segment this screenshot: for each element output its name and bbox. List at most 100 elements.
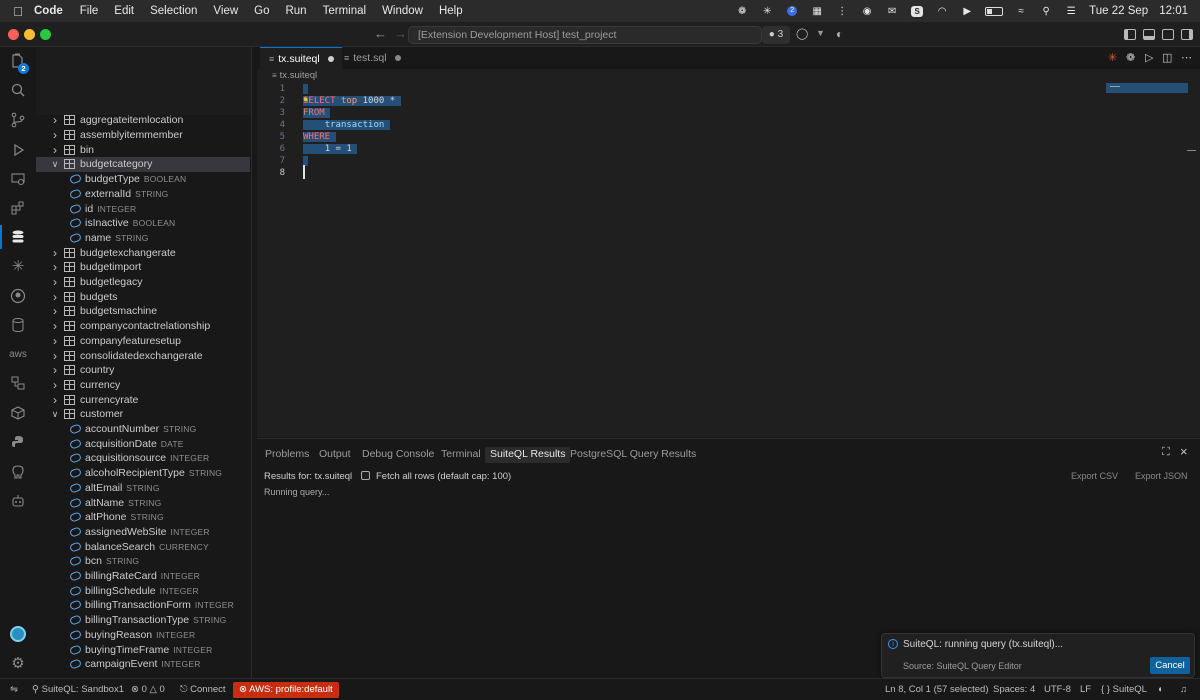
tab-terminal[interactable]: Terminal [441,447,481,463]
chevron-right-icon[interactable]: › [50,304,60,318]
chat-icon[interactable]: ◯ [796,27,808,40]
schema-table-item[interactable]: › consolidatedexchangerate [36,348,250,363]
chevron-down-icon[interactable]: ∨ [50,409,60,420]
more-actions-icon[interactable]: ⋯ [1181,51,1192,64]
postgres-elephant-icon[interactable] [9,463,27,481]
schema-column-item[interactable]: billingTransactionType STRING [36,613,250,628]
run-debug-icon[interactable] [9,141,27,159]
source-control-icon[interactable] [9,111,27,129]
schema-table-item[interactable]: › currencyrate [36,392,250,407]
chevron-right-icon[interactable]: › [50,128,60,142]
schema-column-item[interactable]: accountNumber STRING [36,422,250,437]
chevron-right-icon[interactable]: › [50,143,60,157]
schema-table-item[interactable]: › budgetlegacy [36,275,250,290]
schema-table-item[interactable]: › currency [36,378,250,393]
openai-icon[interactable]: ❁ [1126,51,1135,64]
schema-column-item[interactable]: alcoholRecipientType STRING [36,466,250,481]
remote-explorer-icon[interactable] [9,170,27,188]
close-panel-icon[interactable]: × [1180,444,1188,459]
gauge-tray-icon[interactable]: ◠ [935,5,949,17]
remote-indicator-icon[interactable]: ⇋ [10,684,18,695]
chevron-right-icon[interactable]: › [50,260,60,274]
tab-problems[interactable]: Problems [265,447,309,463]
tab-output[interactable]: Output [319,447,351,463]
code-line-6[interactable]: 1 = 1 [303,143,358,155]
database-icon[interactable] [9,316,27,334]
menu-window[interactable]: Window [374,5,431,17]
lightbulb-icon[interactable]: ● [303,94,308,104]
menu-help[interactable]: Help [431,5,471,17]
schema-table-item[interactable]: › bin [36,142,250,157]
s-app-tray-icon[interactable]: S [910,5,924,17]
extensions-icon[interactable] [9,199,27,217]
connect-status[interactable]: ⎋ Connect [180,684,226,695]
cursor-position-status[interactable]: Ln 8, Col 1 (57 selected) [885,684,989,695]
run-query-icon[interactable]: ▷ [1145,51,1153,64]
badge-tray-icon[interactable]: 2 [785,5,799,17]
account-avatar-icon[interactable] [9,625,27,643]
menu-view[interactable]: View [205,5,246,17]
schema-column-item[interactable]: altName STRING [36,495,250,510]
code-line-4[interactable]: transaction [303,119,390,131]
schema-column-item[interactable]: campaignEvent INTEGER [36,657,250,672]
fetch-all-rows-label[interactable]: Fetch all rows (default cap: 100) [376,471,511,482]
command-center-search[interactable]: [Extension Development Host] test_projec… [408,26,762,44]
problems-status[interactable]: ⊗ 0 △ 0 [131,684,165,695]
forward-arrow-icon[interactable]: → [394,26,407,41]
schema-column-item[interactable]: billingTransactionForm INTEGER [36,598,250,613]
schema-table-item[interactable]: › budgetsmachine [36,304,250,319]
camera-tray-icon[interactable]: ◉ [860,5,874,17]
encoding-status[interactable]: UTF-8 [1044,684,1071,695]
claude-spark-icon[interactable]: ✳ [9,257,27,275]
back-arrow-icon[interactable]: ← [374,26,387,41]
schema-column-item[interactable]: billingSchedule INTEGER [36,583,250,598]
github-icon[interactable] [9,287,27,305]
schema-table-item[interactable]: › aggregateitemlocation [36,113,250,128]
chevron-right-icon[interactable]: › [50,290,60,304]
schema-table-item[interactable]: › assemblyitemmember [36,128,250,143]
menu-go[interactable]: Go [246,5,277,17]
unsaved-dot-icon[interactable] [394,55,401,61]
schema-column-item[interactable]: externalId STRING [36,187,250,202]
dots-tray-icon[interactable]: ⋮ [835,5,849,17]
aws-profile-status[interactable]: ⊗ AWS: profile:default [233,682,339,698]
app-menu-code[interactable]: Code [30,5,72,17]
aws-icon[interactable]: aws [9,345,27,363]
schema-column-item[interactable]: acquisitionsource INTEGER [36,451,250,466]
chevron-right-icon[interactable]: › [50,319,60,333]
breadcrumb[interactable]: ≡ tx.suiteql [272,70,317,81]
window-zoom-button[interactable] [40,29,51,40]
suiteql-connection-status[interactable]: ⚲ SuiteQL: Sandbox1 [32,684,124,695]
python-icon[interactable] [9,433,27,451]
spotlight-search-icon[interactable]: ⚲ [1039,5,1053,17]
copilot-status-icon[interactable]: ◐ [1158,684,1164,695]
toggle-panel-icon[interactable] [1143,29,1155,40]
schema-table-item[interactable]: › country [36,363,250,378]
copilot-icon[interactable]: ◐ [836,27,843,41]
window-close-button[interactable] [8,29,19,40]
suiteql-brand-icon[interactable]: ✳ [1108,51,1117,64]
split-editor-icon[interactable]: ◫ [1162,51,1172,64]
code-line-2[interactable]: SELECT top 1000 * [303,95,401,107]
mail-tray-icon[interactable]: ✉ [885,5,899,17]
tab-postgresql-query-results[interactable]: PostgreSQL Query Results [570,447,696,463]
schema-table-item[interactable]: › companyfeaturesetup [36,334,250,349]
code-line-5[interactable]: WHERE [303,131,336,143]
chevron-right-icon[interactable]: › [50,246,60,260]
maximize-panel-icon[interactable]: ⛶ [1162,446,1170,459]
schema-column-item[interactable]: altPhone STRING [36,510,250,525]
play-tray-icon[interactable]: ▶ [960,5,974,17]
wifi-icon[interactable]: ≈ [1014,5,1028,17]
indentation-status[interactable]: Spaces: 4 [993,684,1035,695]
export-csv-button[interactable]: Export CSV [1071,471,1118,481]
customize-layout-icon[interactable] [1181,29,1193,40]
schema-column-item[interactable]: name STRING [36,231,250,246]
cancel-query-button[interactable]: Cancel [1150,657,1190,674]
schema-column-item[interactable]: buyingReason INTEGER [36,628,250,643]
notifications-bell-icon[interactable]: ♫ [1180,684,1187,695]
menu-run[interactable]: Run [277,5,314,17]
apple-menu-icon[interactable]:  [0,4,30,19]
schema-column-item[interactable]: assignedWebSite INTEGER [36,525,250,540]
toggle-sidebar-icon[interactable] [1124,29,1136,40]
package-icon[interactable] [9,404,27,422]
